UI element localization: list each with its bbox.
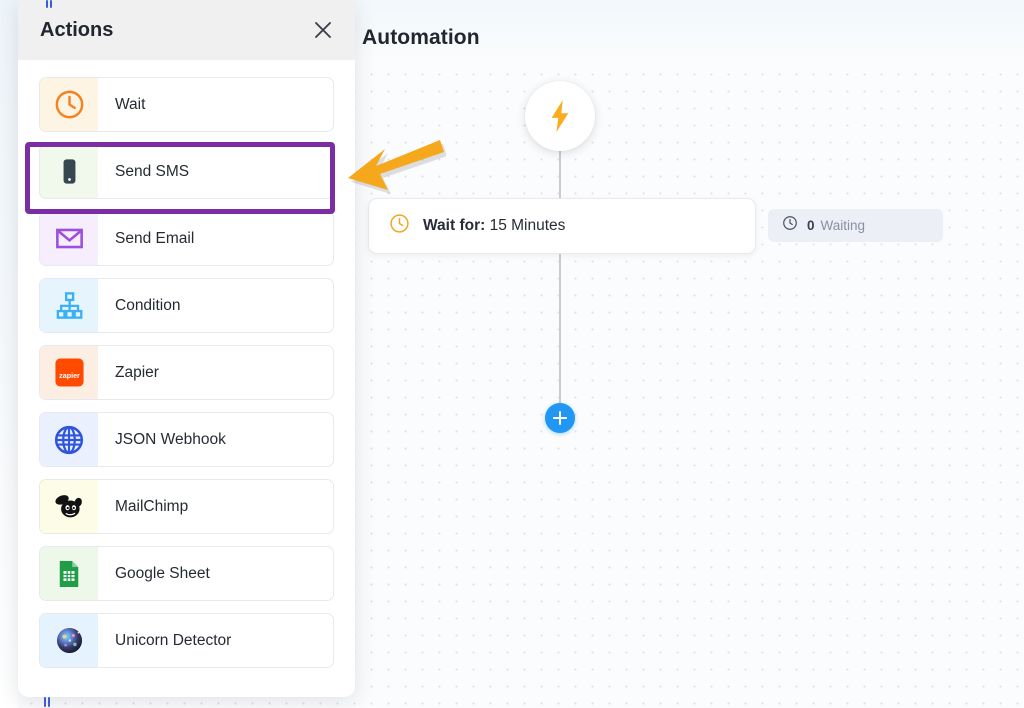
flow-connector-top [559,148,561,200]
action-label: Wait [115,95,146,113]
action-label: Condition [115,296,181,314]
action-label: MailChimp [115,497,189,515]
clock-icon [389,213,410,239]
mailchimp-icon [40,480,98,533]
action-item-unicorn-detector[interactable]: Unicorn Detector [39,613,334,668]
action-item-mailchimp[interactable]: MailChimp [39,479,334,534]
actions-panel-title: Actions [40,18,114,41]
actions-panel: Actions Wait Send SMS Send Email Conditi… [18,0,355,697]
action-label: Send Email [115,229,195,247]
wait-card-value: 15 Minutes [489,217,566,234]
action-item-zapier[interactable]: zapier Zapier [39,345,334,400]
action-label: Send SMS [115,162,190,180]
scroll-indicator-top[interactable] [46,0,53,8]
action-item-condition[interactable]: Condition [39,278,334,333]
add-step-button[interactable] [545,403,575,433]
lightning-bolt-icon [547,100,573,132]
action-item-wait[interactable]: Wait [39,77,334,132]
unicorn-icon [40,614,98,667]
clock-icon [40,78,98,131]
zapier-icon: zapier [40,346,98,399]
waiting-label: Waiting [820,218,866,233]
waiting-count: 0 [807,218,815,233]
page-title: Automation [362,26,480,49]
globe-icon [40,413,98,466]
actions-panel-header: Actions [18,0,355,60]
trigger-node[interactable] [525,81,595,151]
wait-card-label: Wait for: [423,217,486,234]
actions-list: Wait Send SMS Send Email Condition zapie… [18,60,355,697]
close-icon[interactable] [311,18,335,42]
envelope-icon [40,212,98,265]
clock-icon [782,215,798,236]
plus-icon [558,411,562,425]
svg-text:zapier: zapier [59,372,80,380]
scroll-indicator-bottom[interactable] [44,697,51,707]
left-gutter [0,0,18,708]
action-label: Unicorn Detector [115,631,232,649]
sitemap-icon [40,279,98,332]
action-item-send-sms[interactable]: Send SMS [39,144,334,199]
action-item-json-webhook[interactable]: JSON Webhook [39,412,334,467]
wait-card-text: Wait for: 15 Minutes [423,217,565,235]
action-item-send-email[interactable]: Send Email [39,211,334,266]
action-label: JSON Webhook [115,430,226,448]
status-badge: 0 Waiting [768,209,943,242]
action-label: Google Sheet [115,564,210,582]
screen: Automation Wait for: 15 Minutes 0 Waitin… [0,0,1024,708]
action-item-google-sheet[interactable]: Google Sheet [39,546,334,601]
wait-step-card[interactable]: Wait for: 15 Minutes [368,198,756,254]
flow-connector-bottom [559,254,561,406]
phone-icon [40,145,98,198]
action-label: Zapier [115,363,159,381]
google-sheet-icon [40,547,98,600]
